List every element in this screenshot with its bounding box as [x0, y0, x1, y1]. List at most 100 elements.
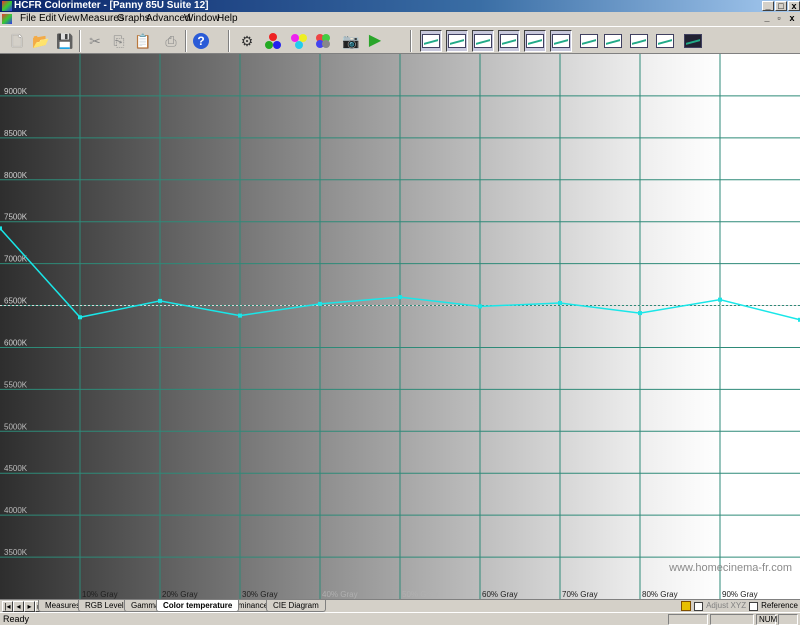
- gray-ramp-band: [320, 54, 401, 599]
- status-bar: Ready NUM: [0, 612, 800, 625]
- graph-temp-icon[interactable]: [472, 30, 494, 52]
- toolbar-separator: [185, 30, 187, 52]
- y-tick-label: 5000K: [4, 422, 28, 431]
- y-tick-label: 4000K: [4, 506, 28, 515]
- document-icon[interactable]: [2, 14, 12, 24]
- toolbar-separator: [79, 30, 81, 52]
- y-tick-label: 6500K: [4, 297, 28, 306]
- data-point: [638, 311, 642, 316]
- title-bar: HCFR Colorimeter - [Panny 85U Suite 12] …: [0, 0, 800, 12]
- tab-nav-prev-button[interactable]: ◂: [13, 601, 24, 612]
- data-point: [558, 301, 562, 306]
- data-point: [0, 226, 2, 231]
- data-point: [318, 301, 322, 306]
- gray-ramp-band: [640, 54, 721, 599]
- menu-window[interactable]: Window: [184, 12, 220, 26]
- data-point: [398, 295, 402, 300]
- mdi-minimize-button[interactable]: _: [761, 13, 773, 24]
- view-tab-strip: |◂ ◂ ▸ ▸| Measures RGB Levels Gamma Colo…: [0, 599, 800, 612]
- close-button[interactable]: x: [788, 1, 800, 11]
- graph-nearwhite-icon[interactable]: [628, 30, 650, 52]
- graph-spectrum-icon[interactable]: [550, 30, 572, 52]
- data-point: [158, 298, 162, 303]
- gray-ramp-band: [80, 54, 161, 599]
- camera-icon[interactable]: 📷: [340, 30, 362, 52]
- color-temperature-chart: 3500K 4000K 4500K 5000K 5500K 6000K 6500K 7000K…: [0, 54, 800, 599]
- sensor-icon[interactable]: ⚙: [236, 30, 258, 52]
- tab-color-temperature[interactable]: Color temperature: [156, 600, 240, 612]
- graph-cie-icon[interactable]: [524, 30, 546, 52]
- x-tick-label: 90% Gray: [722, 590, 758, 599]
- graph-lum-icon[interactable]: [498, 30, 520, 52]
- status-num: NUM: [756, 614, 777, 625]
- graph-monitor-icon[interactable]: [682, 30, 704, 52]
- play-icon[interactable]: ▶: [364, 30, 386, 52]
- menu-file[interactable]: File: [20, 12, 36, 26]
- adjust-icon: [681, 601, 692, 611]
- new-document-icon[interactable]: 🗋: [6, 30, 28, 52]
- menu-graphs[interactable]: Graphs: [117, 12, 150, 26]
- graph-saturation-icon[interactable]: [578, 30, 600, 52]
- toolbar-separator: [410, 30, 412, 52]
- tab-cie-diagram[interactable]: CIE Diagram: [266, 600, 326, 612]
- open-folder-icon[interactable]: 📂: [30, 30, 52, 52]
- x-tick-label: 70% Gray: [562, 590, 598, 599]
- graph-rgb-icon[interactable]: [420, 30, 442, 52]
- status-cell-empty-1: [668, 614, 708, 625]
- y-tick-label: 8500K: [4, 129, 28, 138]
- y-tick-label: 9000K: [4, 87, 28, 96]
- x-tick-label: 30% Gray: [242, 590, 278, 599]
- menu-edit[interactable]: Edit: [39, 12, 56, 26]
- x-tick-label: 40% Gray: [322, 590, 358, 599]
- reference-checkbox[interactable]: [749, 601, 759, 611]
- color-sensor-icon[interactable]: [312, 30, 334, 52]
- data-point: [78, 315, 82, 320]
- gray-ramp-band: [400, 54, 481, 599]
- paste-icon[interactable]: 📋: [132, 30, 154, 52]
- menu-view[interactable]: View: [58, 12, 80, 26]
- tab-nav-first-button[interactable]: |◂: [2, 601, 13, 612]
- x-tick-label: 60% Gray: [482, 590, 518, 599]
- y-tick-label: 8000K: [4, 171, 28, 180]
- help-icon[interactable]: ?: [190, 30, 212, 52]
- mdi-close-button[interactable]: x: [786, 13, 798, 24]
- rgb-dots-icon[interactable]: [262, 30, 284, 52]
- print-icon[interactable]: ⎙: [160, 30, 182, 52]
- chart-svg: 3500K4000K4500K5000K5500K6000K6500K7000K…: [0, 54, 800, 599]
- y-tick-label: 3500K: [4, 548, 28, 557]
- status-text: Ready: [3, 614, 30, 624]
- toolbar: 🗋 📂 💾 ✂ ⎘ 📋 ⎙ ? ⚙ 📷 ▶: [0, 26, 800, 54]
- gray-ramp-band: [160, 54, 241, 599]
- color-balls-icon[interactable]: [288, 30, 310, 52]
- tab-nav-next-button[interactable]: ▸: [24, 601, 35, 612]
- data-point: [238, 313, 242, 318]
- app-icon: [2, 1, 12, 11]
- status-cell-empty-2: [710, 614, 754, 625]
- data-point: [718, 297, 722, 302]
- graph-nearblack-icon[interactable]: [602, 30, 624, 52]
- window-title: HCFR Colorimeter - [Panny 85U Suite 12]: [14, 0, 209, 11]
- gray-ramp-band: [480, 54, 561, 599]
- menu-help[interactable]: Help: [217, 12, 238, 26]
- x-tick-label: 80% Gray: [642, 590, 678, 599]
- menu-bar: File Edit View Measures Graphs Advanced …: [0, 12, 800, 26]
- toolbar-separator: [228, 30, 230, 52]
- y-tick-label: 4500K: [4, 464, 28, 473]
- mdi-restore-button[interactable]: ▫: [773, 13, 785, 24]
- reference-label: Reference: [761, 601, 798, 610]
- copy-icon[interactable]: ⎘: [108, 30, 130, 52]
- gray-ramp-band: [720, 54, 800, 599]
- x-tick-label: 10% Gray: [82, 590, 118, 599]
- gray-ramp-band: [560, 54, 641, 599]
- minimize-button[interactable]: _: [762, 1, 774, 11]
- adjust-xyz-checkbox[interactable]: [694, 601, 704, 611]
- cut-icon[interactable]: ✂: [84, 30, 106, 52]
- graph-measures-icon[interactable]: [654, 30, 676, 52]
- graph-gamma-icon[interactable]: [446, 30, 468, 52]
- adjust-xyz-label: Adjust XYZ: [706, 601, 747, 610]
- status-cell-empty-3: [778, 614, 798, 625]
- save-icon[interactable]: 💾: [54, 30, 76, 52]
- maximize-button[interactable]: □: [775, 1, 787, 11]
- y-tick-label: 7500K: [4, 213, 28, 222]
- x-tick-label: 20% Gray: [162, 590, 198, 599]
